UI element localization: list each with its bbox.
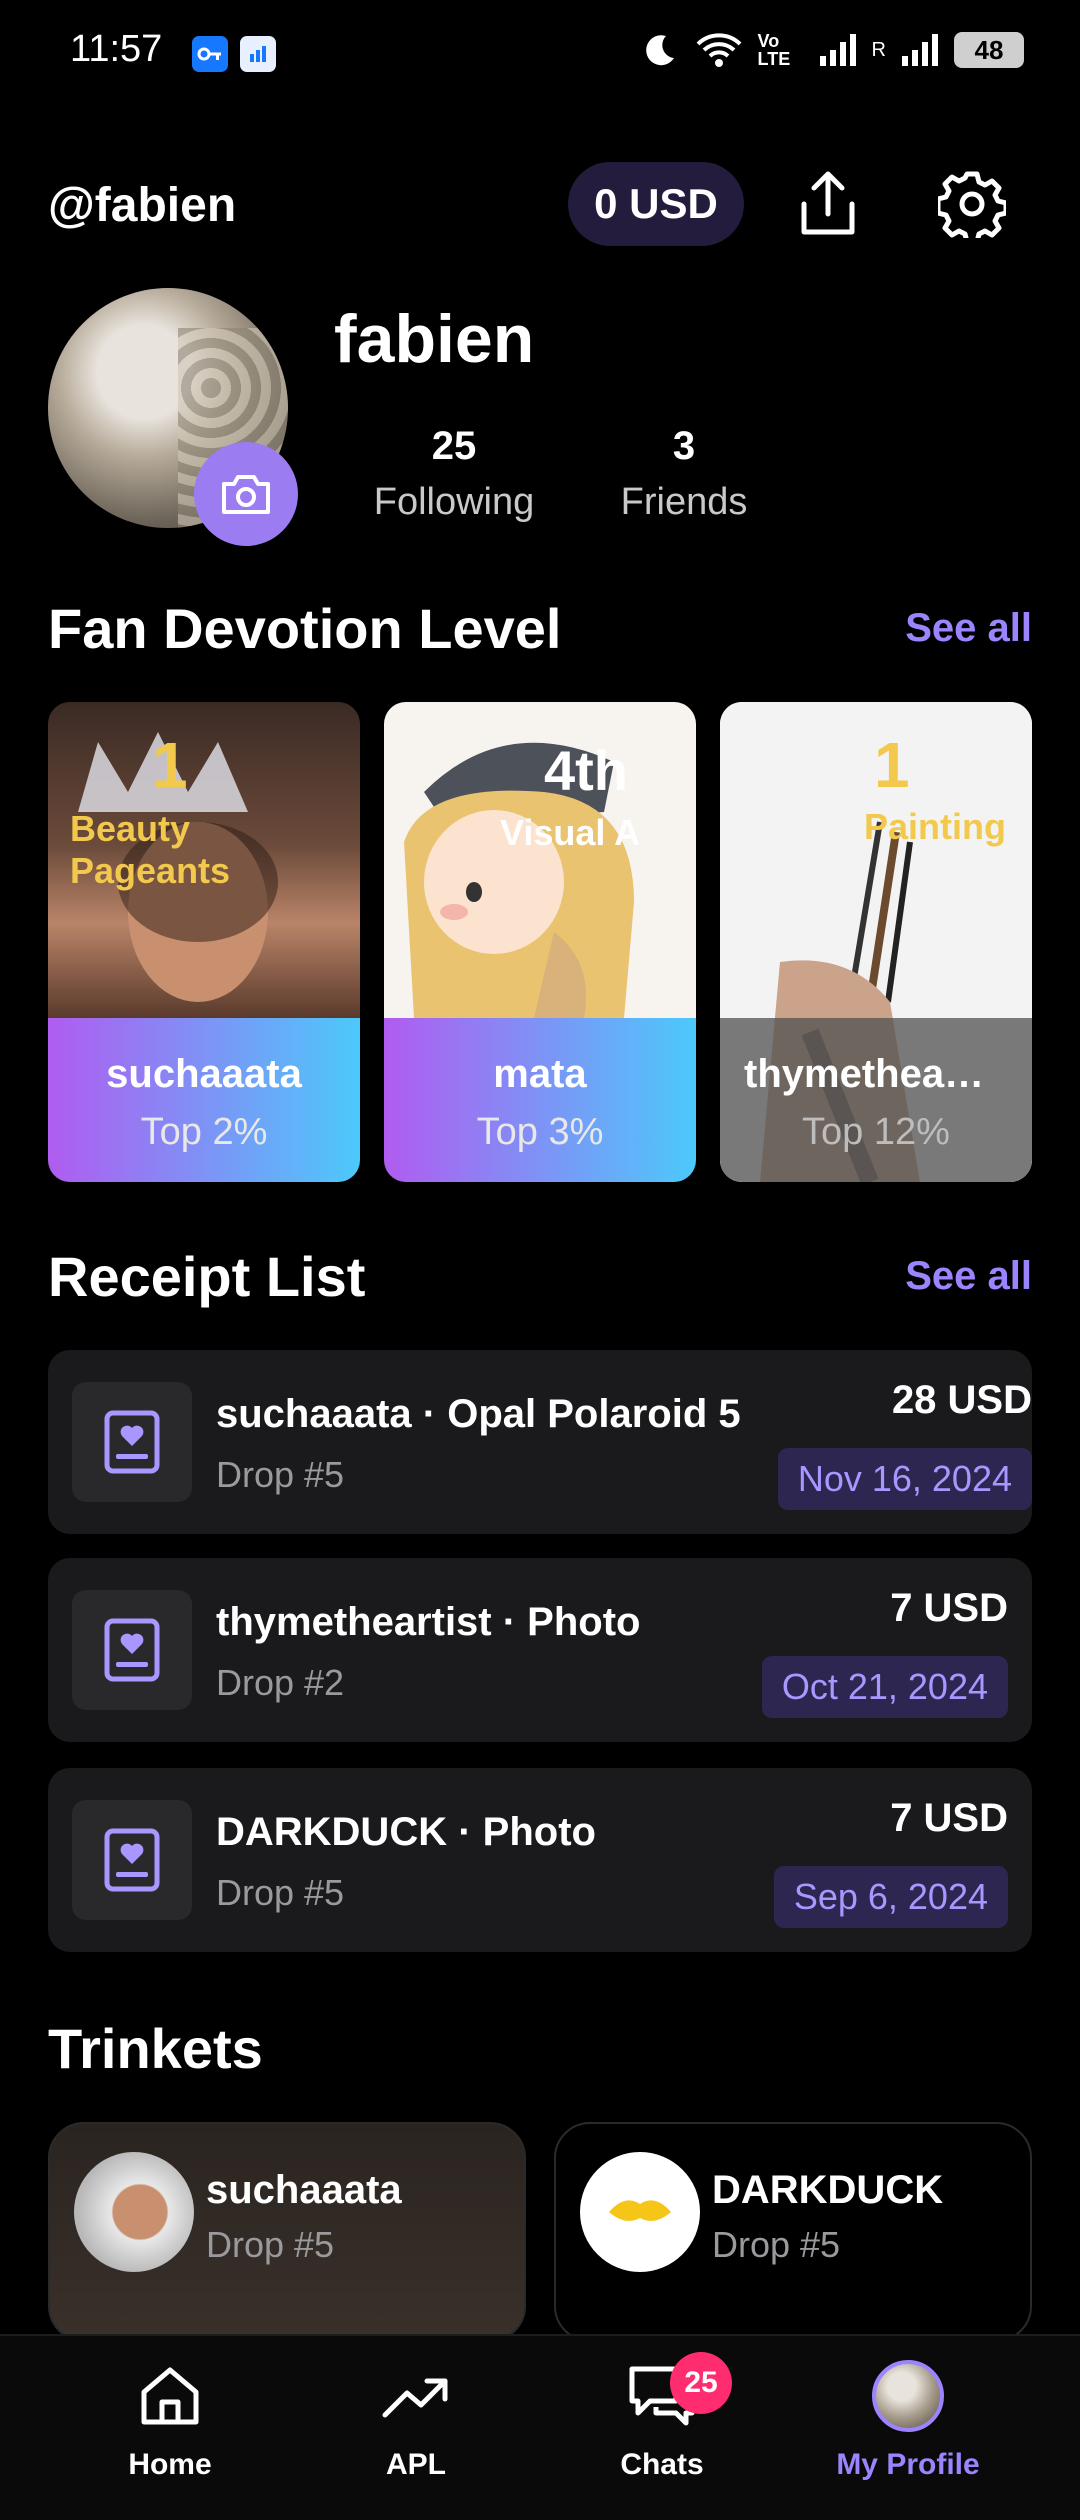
balance-button[interactable]: 0 USD [568,162,744,246]
trinket-drop: Drop #5 [712,2224,841,2265]
fan-card-footer: thymethea… Top 12% [720,1018,1032,1182]
fan-card-percent: Top 12% [802,1111,950,1153]
receipt-drop: Drop #5 [216,1872,345,1913]
receipt-list-see-all[interactable]: See all [905,1254,1032,1299]
receipt-date: Nov 16, 2024 [777,1448,1032,1510]
signal-icon [819,34,856,66]
roaming-indicator: R [871,38,886,61]
receipt-date: Sep 6, 2024 [773,1866,1008,1928]
anime-girl-image [404,742,634,1018]
trinkets-title: Trinkets [48,2017,263,2080]
receipt-drop: Drop #5 [216,1454,345,1495]
network-type: Vo LTE [757,31,791,69]
fan-card-name: suchaaata [106,1052,302,1096]
trinket-card[interactable]: suchaaata Drop #5 [48,2122,526,2342]
receipt-list-title: Receipt List [48,1245,366,1308]
camera-icon [222,475,270,514]
chats-badge: 25 [670,2352,732,2414]
fan-devotion-title: Fan Devotion Level [48,597,562,660]
nav-apl[interactable]: APL [306,2356,526,2482]
receipt-title: suchaaata · Opal Polaroid 5 [216,1392,741,1436]
friends-label: Friends [620,481,748,523]
battery-icon: 48 [954,32,1024,68]
fan-card-image: 4th Visual A [384,702,696,1018]
nav-chats-label: Chats [620,2448,704,2481]
signal-icon-2 [902,34,938,66]
nav-chats[interactable]: 25 Chats [552,2352,772,2482]
moon-icon [645,35,674,66]
vpn-key-icon [192,36,228,72]
status-indicators: Vo LTE R 48 [640,30,1024,70]
fan-card-mata[interactable]: 4th Visual A mata Top 3% [384,702,696,1182]
settings-button[interactable] [932,164,1012,244]
trinket-name: suchaaata [206,2168,402,2212]
rank-category: Painting [864,806,1006,847]
nav-apl-label: APL [386,2448,446,2481]
nav-my-profile[interactable]: My Profile [798,2356,1018,2482]
rank-number: 4th [544,739,628,802]
duck-bill-icon [609,2200,671,2221]
receipt-icon-box [72,1590,192,1710]
fan-card-footer: suchaaata Top 2% [48,1018,360,1182]
user-handle: @fabien [48,179,237,232]
nav-home[interactable]: Home [60,2356,280,2482]
receipt-amount: 7 USD [890,1586,1008,1630]
friends-stat[interactable]: 3 Friends [608,424,760,524]
receipt-title: thymetheartist · Photo [216,1600,641,1644]
rank-category: Beauty Pageants [70,808,231,891]
nav-home-label: Home [128,2448,212,2481]
nav-profile-label: My Profile [836,2448,980,2481]
receipt-item[interactable]: thymetheartist · Photo Drop #2 7 USD Oct… [48,1558,1032,1742]
share-button[interactable] [788,164,868,244]
trinket-drop: Drop #5 [206,2224,335,2265]
fan-card-percent: Top 3% [476,1111,604,1153]
change-photo-button[interactable] [194,442,298,546]
trinket-name: DARKDUCK [712,2168,944,2212]
fan-card-image: 1 Beauty Pageants [48,702,360,1018]
photo-card-icon [104,1828,160,1892]
trinket-card[interactable]: DARKDUCK Drop #5 [554,2122,1032,2342]
following-count: 25 [431,424,477,468]
nav-avatar [872,2360,944,2432]
gear-icon [938,171,1006,238]
fan-card-suchaaata[interactable]: 1 Beauty Pageants suchaaata Top 2% [48,702,360,1182]
rank-category: Visual A [500,812,641,853]
display-name: fabien [334,301,535,377]
receipt-item[interactable]: DARKDUCK · Photo Drop #5 7 USD Sep 6, 20… [48,1768,1032,1952]
friends-count: 3 [672,424,696,468]
receipt-icon-box [72,1382,192,1502]
trinket-avatar [580,2152,700,2272]
receipt-item[interactable]: suchaaata · Opal Polaroid 5 Drop #5 28 U… [48,1350,1032,1534]
fan-card-thymetheartist[interactable]: 1 Painting thymethea… Top 12% [720,702,1032,1182]
share-icon [801,171,855,235]
app-notification-icon [240,36,276,72]
rank-number: 1 [874,729,910,801]
following-stat[interactable]: 25 Following [362,424,546,524]
photo-card-icon [104,1618,160,1682]
photo-card-icon [104,1410,160,1474]
status-bar: 11:57 Vo LTE R 48 [0,0,1080,110]
wifi-icon [696,33,741,67]
trending-up-icon [382,2378,448,2418]
bottom-nav: Home APL 25 Chats My Profile [0,2334,1080,2520]
receipt-date: Oct 21, 2024 [761,1656,1008,1718]
home-icon [141,2367,199,2425]
receipt-drop: Drop #2 [216,1662,345,1703]
receipt-amount: 28 USD [891,1378,1032,1422]
trinket-avatar [74,2152,194,2272]
fan-card-percent: Top 2% [140,1111,268,1153]
receipt-amount: 7 USD [890,1796,1008,1840]
receipt-title: DARKDUCK · Photo [216,1810,596,1854]
fan-card-footer: mata Top 3% [384,1018,696,1182]
receipt-icon-box [72,1800,192,1920]
following-label: Following [373,481,535,523]
fan-card-name: thymethea… [744,1052,985,1096]
rank-number: 1 [152,729,188,801]
fan-card-name: mata [493,1052,587,1096]
fan-devotion-see-all[interactable]: See all [905,606,1032,651]
status-time: 11:57 [70,28,163,70]
